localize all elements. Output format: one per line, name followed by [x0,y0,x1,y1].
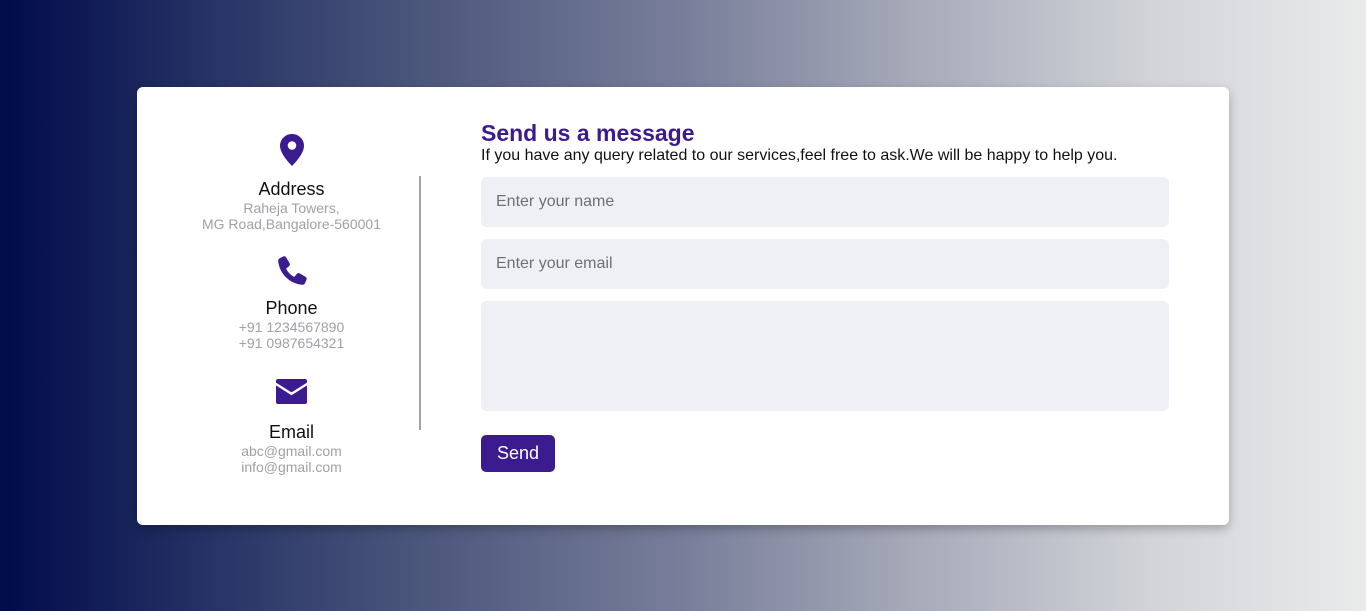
name-input[interactable] [481,177,1169,227]
address-line-2: MG Road,Bangalore-560001 [201,216,381,232]
form-heading: Send us a message [481,120,695,146]
message-form: Send us a message If you have any query … [481,87,1169,525]
contact-info-panel: Address Raheja Towers, MG Road,Bangalore… [137,87,446,525]
address-title: Address [258,179,325,199]
map-pin-icon [137,134,446,171]
envelope-icon [137,379,446,409]
send-button[interactable]: Send [481,435,555,472]
email-info: Email abc@gmail.com info@gmail.com [137,379,446,475]
phone-title: Phone [265,298,318,318]
email-input[interactable] [481,239,1169,289]
email-title: Email [268,422,314,442]
address-info: Address Raheja Towers, MG Road,Bangalore… [137,134,446,232]
contact-card: Address Raheja Towers, MG Road,Bangalore… [137,87,1229,525]
address-line-1: Raheja Towers, [243,200,340,216]
form-subtext: If you have any query related to our ser… [481,147,1118,164]
email-line-1: abc@gmail.com [241,443,342,459]
phone-line-2: +91 0987654321 [238,335,345,351]
email-line-2: info@gmail.com [241,459,342,475]
message-textarea[interactable] [481,301,1169,411]
phone-line-1: +91 1234567890 [238,319,345,335]
phone-info: Phone +91 1234567890 +91 0987654321 [137,255,446,351]
phone-icon [137,255,446,292]
vertical-divider [419,176,421,430]
